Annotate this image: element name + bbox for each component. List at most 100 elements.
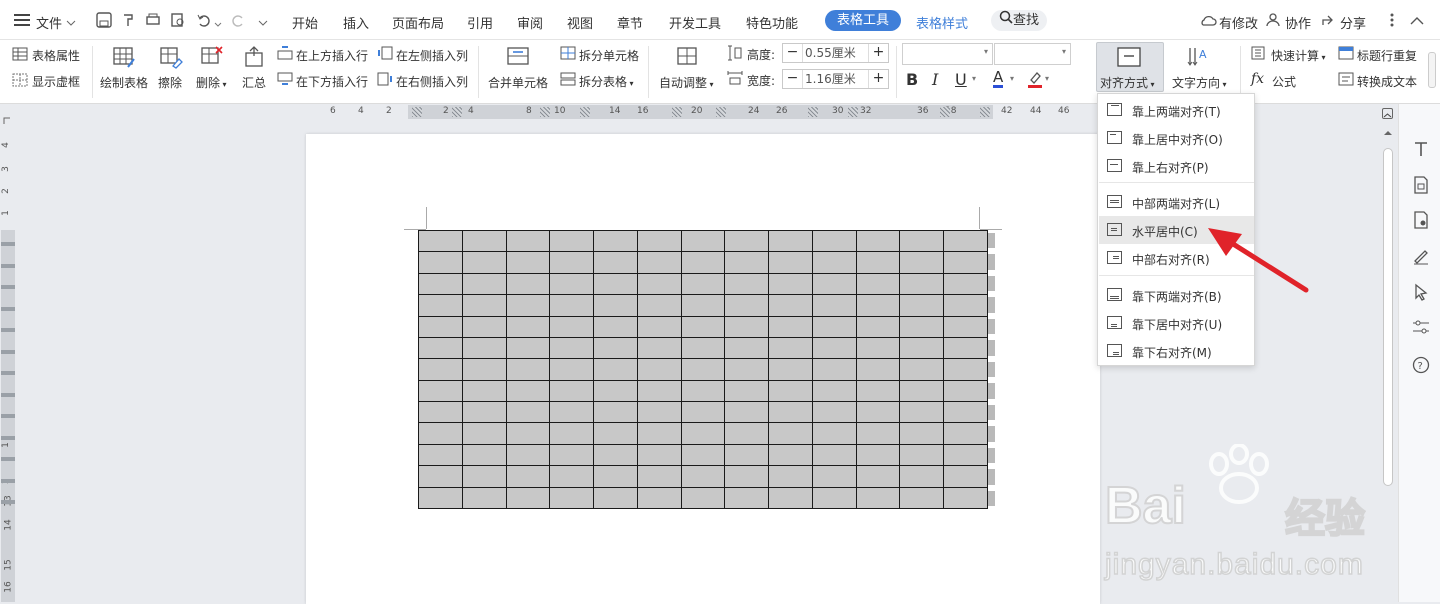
table-cell[interactable] xyxy=(899,251,945,274)
search-button[interactable]: 查找 xyxy=(991,10,1048,31)
table-row[interactable] xyxy=(418,443,988,467)
document-table[interactable] xyxy=(418,229,988,509)
print-preview-icon[interactable] xyxy=(170,12,186,28)
table-cell[interactable] xyxy=(768,272,813,296)
table-cell[interactable] xyxy=(768,315,813,338)
table-cell[interactable] xyxy=(636,315,682,338)
table-cell[interactable] xyxy=(636,358,682,381)
document-panel-icon[interactable] xyxy=(1412,176,1430,194)
row-height-stepper[interactable]: − 0.55厘米 + xyxy=(782,43,889,63)
table-cell[interactable] xyxy=(549,379,595,403)
table-cell[interactable] xyxy=(768,336,813,360)
file-menu[interactable]: 文件 xyxy=(36,13,62,32)
table-cell[interactable] xyxy=(636,400,682,424)
ruler-corner-icon[interactable] xyxy=(3,114,11,128)
table-cell[interactable] xyxy=(899,443,945,467)
table-cell[interactable] xyxy=(899,272,945,296)
table-cell[interactable] xyxy=(768,379,813,403)
ruler-row-marker[interactable] xyxy=(1,500,15,504)
ruler-row-marker[interactable] xyxy=(1,478,15,483)
increment-button[interactable]: + xyxy=(868,44,888,62)
tab-references[interactable]: 引用 xyxy=(467,13,493,32)
customize-quick-access-icon[interactable] xyxy=(258,16,268,30)
ruler-row-marker[interactable] xyxy=(1,328,15,332)
tab-chapter[interactable]: 章节 xyxy=(617,13,643,32)
table-cell[interactable] xyxy=(811,465,857,488)
row-height-input[interactable]: 0.55厘米 xyxy=(805,44,865,62)
table-cell[interactable] xyxy=(593,358,638,381)
table-cell[interactable] xyxy=(593,272,638,296)
ribbon-scroll-handle[interactable] xyxy=(1428,52,1436,88)
tab-special-features[interactable]: 特色功能 xyxy=(746,13,798,32)
decrement-button[interactable]: − xyxy=(783,70,803,88)
table-cell[interactable] xyxy=(899,379,945,403)
table-cell[interactable] xyxy=(505,422,551,445)
bold-button[interactable]: B xyxy=(906,70,918,89)
ruler-column-marker[interactable] xyxy=(452,107,462,117)
ruler-column-marker[interactable] xyxy=(580,107,590,117)
table-cell[interactable] xyxy=(724,486,770,509)
table-cell[interactable] xyxy=(724,400,770,424)
table-row[interactable] xyxy=(418,294,988,317)
table-cell[interactable] xyxy=(549,272,595,296)
split-table-button[interactable]: 拆分表格 ▾ xyxy=(579,73,634,90)
table-cell[interactable] xyxy=(505,358,551,381)
table-cell[interactable] xyxy=(943,422,988,445)
table-cell[interactable] xyxy=(943,336,988,360)
table-cell[interactable] xyxy=(418,272,463,296)
table-row[interactable] xyxy=(418,229,988,253)
table-cell[interactable] xyxy=(418,336,463,360)
table-cell[interactable] xyxy=(811,486,857,509)
insert-col-left-button[interactable]: 在左侧插入列 xyxy=(396,47,468,64)
table-cell[interactable] xyxy=(724,422,770,445)
table-cell[interactable] xyxy=(724,294,770,317)
table-cell[interactable] xyxy=(680,358,726,381)
table-cell[interactable] xyxy=(943,229,988,253)
table-cell[interactable] xyxy=(636,465,682,488)
decrement-button[interactable]: − xyxy=(783,44,803,62)
table-cell[interactable] xyxy=(680,400,726,424)
table-cell[interactable] xyxy=(855,379,901,403)
table-cell[interactable] xyxy=(855,229,901,253)
table-cell[interactable] xyxy=(811,336,857,360)
text-direction-button[interactable]: 文字方向 ▾ xyxy=(1172,74,1227,91)
table-cell[interactable] xyxy=(855,443,901,467)
table-cell[interactable] xyxy=(461,315,507,338)
share-icon[interactable] xyxy=(1321,13,1337,30)
chevron-down-icon[interactable]: ▾ xyxy=(1010,74,1014,83)
table-cell[interactable] xyxy=(418,465,463,488)
insert-row-below-button[interactable]: 在下方插入行 xyxy=(296,73,368,90)
table-cell[interactable] xyxy=(724,315,770,338)
table-cell[interactable] xyxy=(943,400,988,424)
table-cell[interactable] xyxy=(593,443,638,467)
table-cell[interactable] xyxy=(418,229,463,253)
table-cell[interactable] xyxy=(680,294,726,317)
table-cell[interactable] xyxy=(680,229,726,253)
redo-icon[interactable] xyxy=(230,12,246,28)
table-cell[interactable] xyxy=(724,229,770,253)
table-cell[interactable] xyxy=(418,315,463,338)
table-cell[interactable] xyxy=(593,294,638,317)
table-cell[interactable] xyxy=(811,315,857,338)
scroll-top-icon[interactable] xyxy=(1382,108,1393,119)
table-cell[interactable] xyxy=(505,465,551,488)
table-cell[interactable] xyxy=(855,422,901,445)
table-cell[interactable] xyxy=(418,486,463,509)
table-cell[interactable] xyxy=(549,315,595,338)
table-cell[interactable] xyxy=(811,272,857,296)
table-cell[interactable] xyxy=(899,400,945,424)
table-cell[interactable] xyxy=(855,251,901,274)
table-cell[interactable] xyxy=(768,486,813,509)
undo-icon[interactable] xyxy=(196,12,212,28)
split-cells-icon[interactable] xyxy=(560,46,576,63)
table-cell[interactable] xyxy=(724,272,770,296)
table-cell[interactable] xyxy=(505,229,551,253)
table-cell[interactable] xyxy=(811,229,857,253)
repeat-header-icon[interactable] xyxy=(1338,46,1354,63)
table-cell[interactable] xyxy=(680,465,726,488)
column-width-input[interactable]: 1.16厘米 xyxy=(805,70,865,88)
table-cell[interactable] xyxy=(549,443,595,467)
table-properties-button[interactable]: 表格属性 xyxy=(32,47,80,64)
insert-row-above-button[interactable]: 在上方插入行 xyxy=(296,47,368,64)
table-cell[interactable] xyxy=(549,229,595,253)
